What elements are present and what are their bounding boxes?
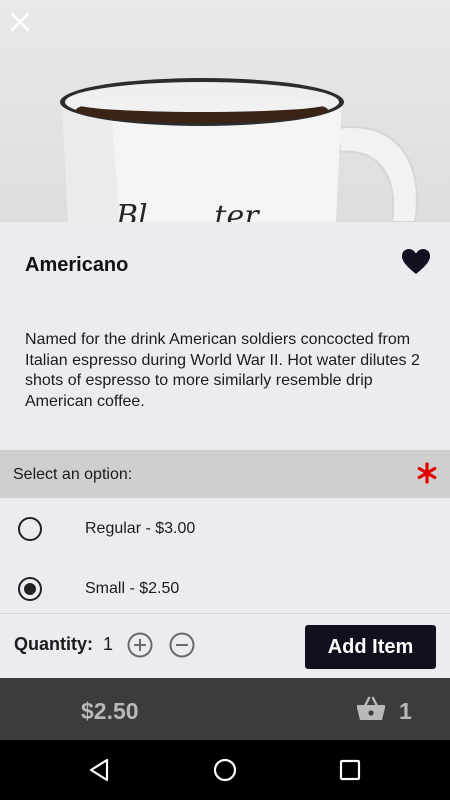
option-small[interactable]: Small - $2.50 [0, 561, 450, 617]
coffee-mug-illustration: Bl... ...ter [60, 78, 418, 222]
quantity-label: Quantity: [14, 634, 93, 654]
cart-count: 1 [399, 698, 412, 724]
option-label: Regular - $3.00 [85, 520, 196, 537]
basket-icon[interactable] [356, 696, 386, 722]
mug-script-text: Bl... ...ter [115, 199, 260, 222]
cart-total: $2.50 [81, 698, 139, 724]
close-icon [10, 12, 30, 32]
recents-icon[interactable] [335, 755, 365, 785]
back-icon[interactable] [85, 755, 115, 785]
system-nav-bar [0, 740, 450, 800]
home-icon[interactable] [210, 755, 240, 785]
product-description: Named for the drink American soldiers co… [25, 331, 420, 410]
product-image: Bl... ...ter [0, 0, 450, 222]
minus-circle-icon[interactable] [169, 632, 195, 658]
options-header-label: Select an option: [13, 466, 133, 483]
cart-bar[interactable]: $2.50 1 [0, 678, 450, 740]
option-regular[interactable]: Regular - $3.00 [0, 501, 450, 557]
quantity-value: 1 [103, 634, 114, 654]
favorite-button[interactable] [400, 246, 432, 278]
options-header: Select an option: [0, 450, 450, 498]
radio-small[interactable] [18, 577, 42, 601]
asterisk-icon [417, 462, 437, 484]
quantity-bar: Quantity: 1 Add Item [0, 613, 450, 678]
plus-circle-icon[interactable] [127, 632, 153, 658]
close-button[interactable] [10, 12, 44, 46]
radio-regular[interactable] [18, 517, 42, 541]
add-item-button[interactable]: Add Item [305, 625, 436, 669]
option-label: Small - $2.50 [85, 580, 180, 597]
heart-icon [402, 249, 430, 274]
title-row: Americano [0, 222, 450, 306]
product-title: Americano [25, 254, 129, 276]
